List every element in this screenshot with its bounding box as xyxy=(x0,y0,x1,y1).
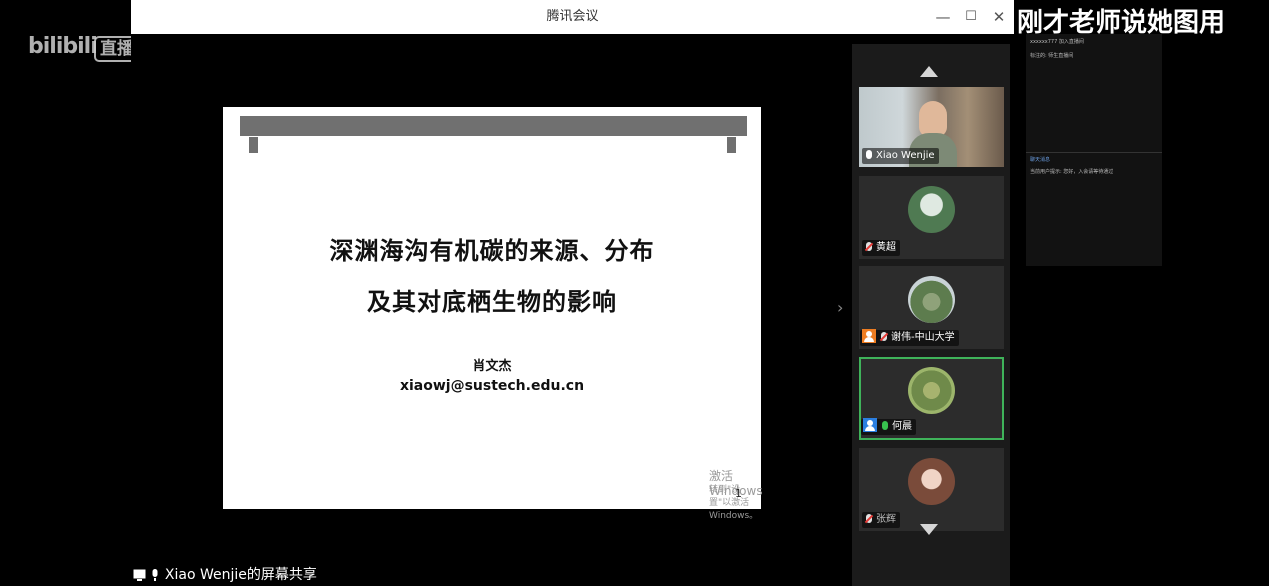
chat-panel: xxxxxx777 加入直播间 标注的: 师生直播间 聊天消息 当前用户提示: … xyxy=(1026,34,1162,266)
video-tile-participant-5[interactable]: 张辉 xyxy=(859,448,1004,531)
video-tile-participant-4[interactable]: 何晨 xyxy=(859,357,1004,440)
collapse-panel-button[interactable]: › xyxy=(837,298,843,317)
slide-email: xiaowj@sustech.edu.cn xyxy=(399,378,585,394)
mic-muted-icon xyxy=(866,241,872,251)
shared-slide: 深渊海沟有机碳的来源、分布 及其对底栖生物的影响 肖文杰 xiaowj@sust… xyxy=(223,107,763,521)
mic-muted-icon xyxy=(881,331,887,341)
chat-line: 当前用户提示: 您好，入会请等待通过 xyxy=(1030,169,1114,175)
slide-author: 肖文杰 xyxy=(472,359,512,374)
video-panel: Xiao Wenjie 黄超 谢伟-中山大学 何晨 张辉 xyxy=(852,44,1010,586)
slide-page-number: 1 xyxy=(735,487,742,500)
participant-name-tag: 黄超 xyxy=(862,240,900,256)
slide-title-line1: 深渊海沟有机碳的来源、分布 xyxy=(329,237,655,265)
chat-tab[interactable]: 聊天消息 xyxy=(1030,156,1050,163)
chat-line: 标注的: 师生直播间 xyxy=(1030,53,1074,59)
slide-header-frame xyxy=(249,137,736,153)
close-button[interactable]: ✕ xyxy=(985,0,1013,34)
mic-speaking-icon xyxy=(882,420,888,430)
mic-muted-icon xyxy=(866,513,872,523)
scroll-up-arrow-icon[interactable] xyxy=(920,66,938,77)
video-tile-participant-3[interactable]: 谢伟-中山大学 xyxy=(859,266,1004,349)
participant-name-tag: 张辉 xyxy=(862,512,900,528)
title-bar: 腾讯会议 — ☐ ✕ xyxy=(131,0,1014,34)
microphone-icon xyxy=(152,568,158,581)
chat-line: xxxxxx777 加入直播间 xyxy=(1030,39,1084,45)
meeting-window: 腾讯会议 — ☐ ✕ 深渊海沟有机碳的来源、分布 及其对底栖生物的影响 肖文杰 … xyxy=(131,0,1014,586)
speaker-face xyxy=(919,101,947,137)
participant-name: 黄超 xyxy=(876,242,896,253)
slide-title-line2: 及其对底栖生物的影响 xyxy=(367,288,617,316)
video-tile-participant-2[interactable]: 黄超 xyxy=(859,176,1004,259)
host-badge-icon xyxy=(862,329,876,343)
slide-header-bar xyxy=(240,116,747,136)
chat-divider xyxy=(1026,152,1162,153)
participant-name-tag: Xiao Wenjie xyxy=(862,148,939,164)
avatar xyxy=(908,186,955,233)
participant-name: 何晨 xyxy=(892,421,912,432)
bilibili-logo: bilibili xyxy=(28,34,98,59)
participant-name-tag: 谢伟-中山大学 xyxy=(860,329,959,346)
participant-name: Xiao Wenjie xyxy=(876,150,935,161)
screen-share-text: Xiao Wenjie的屏幕共享 xyxy=(164,567,317,583)
video-tile-xiao-wenjie[interactable]: Xiao Wenjie xyxy=(859,87,1004,167)
microphone-icon xyxy=(866,149,872,159)
participant-name-tag: 何晨 xyxy=(861,418,916,435)
window-title: 腾讯会议 xyxy=(546,9,599,24)
participant-name: 谢伟-中山大学 xyxy=(891,332,955,343)
user-badge-icon xyxy=(863,418,877,432)
maximize-button[interactable]: ☐ xyxy=(957,0,985,34)
avatar xyxy=(908,367,955,414)
screen-share-icon xyxy=(133,569,146,581)
scroll-down-arrow-icon[interactable] xyxy=(920,524,938,535)
minimize-button[interactable]: — xyxy=(929,0,957,34)
participant-name: 张辉 xyxy=(876,514,896,525)
screen-share-label: Xiao Wenjie的屏幕共享 xyxy=(133,564,317,584)
avatar xyxy=(908,276,955,323)
avatar xyxy=(908,458,955,505)
